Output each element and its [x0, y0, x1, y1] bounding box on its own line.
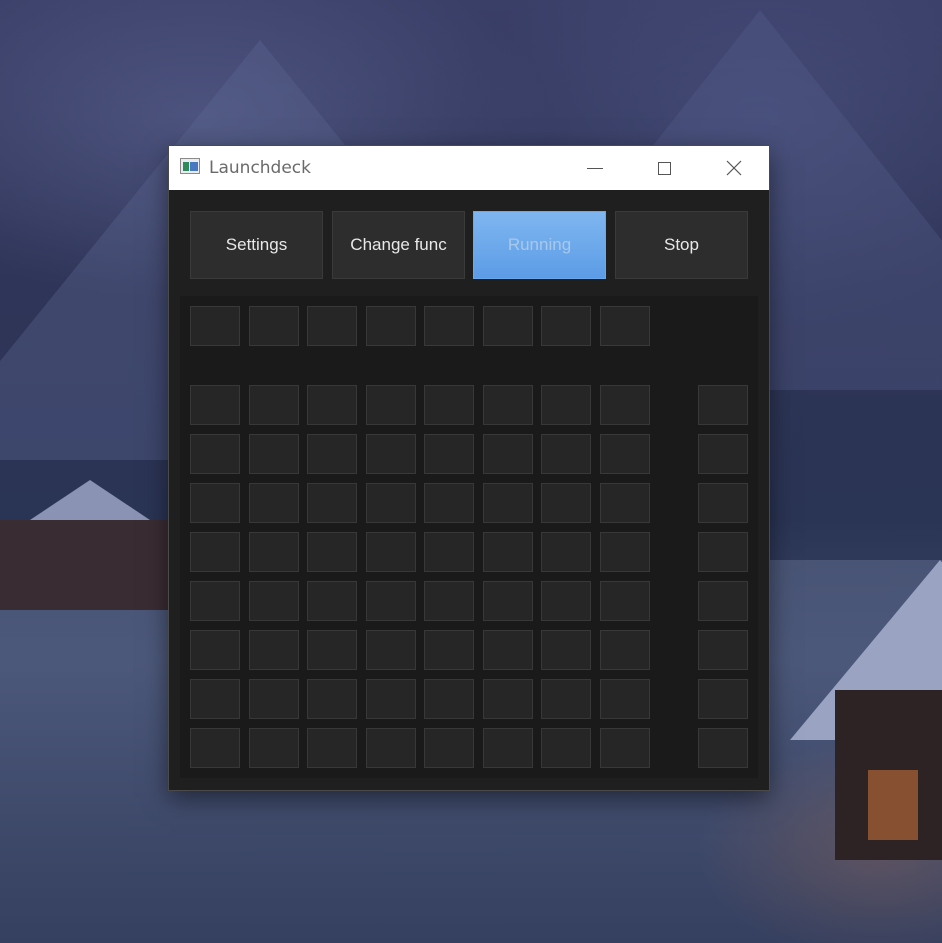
grid-pad[interactable]: [541, 630, 591, 670]
grid-pad[interactable]: [483, 728, 533, 768]
title-bar[interactable]: Launchdeck: [169, 146, 769, 190]
grid-pad[interactable]: [483, 581, 533, 621]
grid-pad[interactable]: [249, 434, 299, 474]
top-row-pad[interactable]: [249, 306, 299, 346]
close-button[interactable]: [711, 146, 757, 190]
grid-pad[interactable]: [600, 532, 650, 572]
wallpaper-cabin: [0, 520, 170, 610]
grid-pad[interactable]: [600, 581, 650, 621]
grid-pad[interactable]: [249, 728, 299, 768]
running-button[interactable]: Running: [473, 211, 606, 279]
grid-pad[interactable]: [307, 679, 357, 719]
grid-pad[interactable]: [307, 532, 357, 572]
grid-pad[interactable]: [424, 434, 474, 474]
side-column-pad[interactable]: [698, 581, 748, 621]
grid-pad[interactable]: [541, 532, 591, 572]
grid-pad[interactable]: [424, 385, 474, 425]
grid-pad[interactable]: [541, 385, 591, 425]
minimize-icon: [587, 167, 603, 169]
grid-pad[interactable]: [190, 630, 240, 670]
grid-pad[interactable]: [249, 483, 299, 523]
side-column-pad[interactable]: [698, 434, 748, 474]
grid-pad[interactable]: [600, 679, 650, 719]
grid-pad[interactable]: [366, 581, 416, 621]
grid-pad[interactable]: [190, 532, 240, 572]
grid-pad[interactable]: [424, 581, 474, 621]
grid-pad[interactable]: [541, 581, 591, 621]
grid-pad[interactable]: [483, 434, 533, 474]
top-row-pad[interactable]: [483, 306, 533, 346]
grid-pad[interactable]: [307, 385, 357, 425]
side-column-pad[interactable]: [698, 728, 748, 768]
grid-pad[interactable]: [483, 385, 533, 425]
stop-button[interactable]: Stop: [615, 211, 748, 279]
grid-pad[interactable]: [249, 581, 299, 621]
grid-pad[interactable]: [424, 630, 474, 670]
top-row-pad[interactable]: [600, 306, 650, 346]
grid-pad[interactable]: [600, 434, 650, 474]
grid-pad[interactable]: [424, 483, 474, 523]
top-row-pad[interactable]: [307, 306, 357, 346]
window-title: Launchdeck: [209, 158, 311, 178]
grid-pad[interactable]: [541, 728, 591, 768]
grid-pad[interactable]: [307, 483, 357, 523]
grid-pad[interactable]: [307, 630, 357, 670]
side-column-pad[interactable]: [698, 532, 748, 572]
settings-button[interactable]: Settings: [190, 211, 323, 279]
side-column-pad[interactable]: [698, 385, 748, 425]
grid-pad[interactable]: [249, 679, 299, 719]
grid-pad[interactable]: [190, 385, 240, 425]
minimize-button[interactable]: [572, 146, 618, 190]
grid-pad[interactable]: [366, 630, 416, 670]
wallpaper-cabin-light: [868, 770, 918, 840]
maximize-button[interactable]: [641, 146, 687, 190]
grid-pad[interactable]: [190, 581, 240, 621]
top-row-pad[interactable]: [424, 306, 474, 346]
grid-pad[interactable]: [190, 728, 240, 768]
change-func-button[interactable]: Change func: [332, 211, 465, 279]
grid-pad[interactable]: [541, 679, 591, 719]
grid-pad[interactable]: [366, 532, 416, 572]
grid-pad[interactable]: [483, 532, 533, 572]
grid-pad[interactable]: [190, 679, 240, 719]
grid-pad[interactable]: [307, 581, 357, 621]
grid-pad[interactable]: [600, 385, 650, 425]
grid-pad[interactable]: [366, 728, 416, 768]
grid-pad[interactable]: [424, 532, 474, 572]
launchdeck-window: Launchdeck Settings Change func Running …: [169, 146, 769, 790]
maximize-icon: [657, 161, 671, 175]
grid-pad[interactable]: [424, 728, 474, 768]
grid-pad[interactable]: [249, 532, 299, 572]
grid-pad[interactable]: [483, 483, 533, 523]
grid-pad[interactable]: [600, 483, 650, 523]
side-column-pad[interactable]: [698, 679, 748, 719]
grid-pad[interactable]: [249, 385, 299, 425]
grid-pad[interactable]: [249, 630, 299, 670]
app-window-icon: [180, 158, 200, 174]
grid-pad[interactable]: [190, 483, 240, 523]
grid-pad[interactable]: [307, 434, 357, 474]
grid-pad[interactable]: [483, 630, 533, 670]
grid-pad[interactable]: [424, 679, 474, 719]
close-icon: [726, 160, 742, 176]
top-row-pad[interactable]: [541, 306, 591, 346]
grid-pad[interactable]: [541, 483, 591, 523]
grid-pad[interactable]: [366, 483, 416, 523]
grid-pad[interactable]: [307, 728, 357, 768]
grid-pad[interactable]: [190, 434, 240, 474]
grid-pad[interactable]: [600, 728, 650, 768]
grid-pad[interactable]: [366, 434, 416, 474]
grid-pad[interactable]: [541, 434, 591, 474]
launchpad-grid: [180, 296, 758, 778]
side-column-pad[interactable]: [698, 483, 748, 523]
top-row-pad[interactable]: [366, 306, 416, 346]
grid-pad[interactable]: [366, 679, 416, 719]
top-row-pad[interactable]: [190, 306, 240, 346]
side-column-pad[interactable]: [698, 630, 748, 670]
grid-pad[interactable]: [600, 630, 650, 670]
grid-pad[interactable]: [366, 385, 416, 425]
grid-pad[interactable]: [483, 679, 533, 719]
